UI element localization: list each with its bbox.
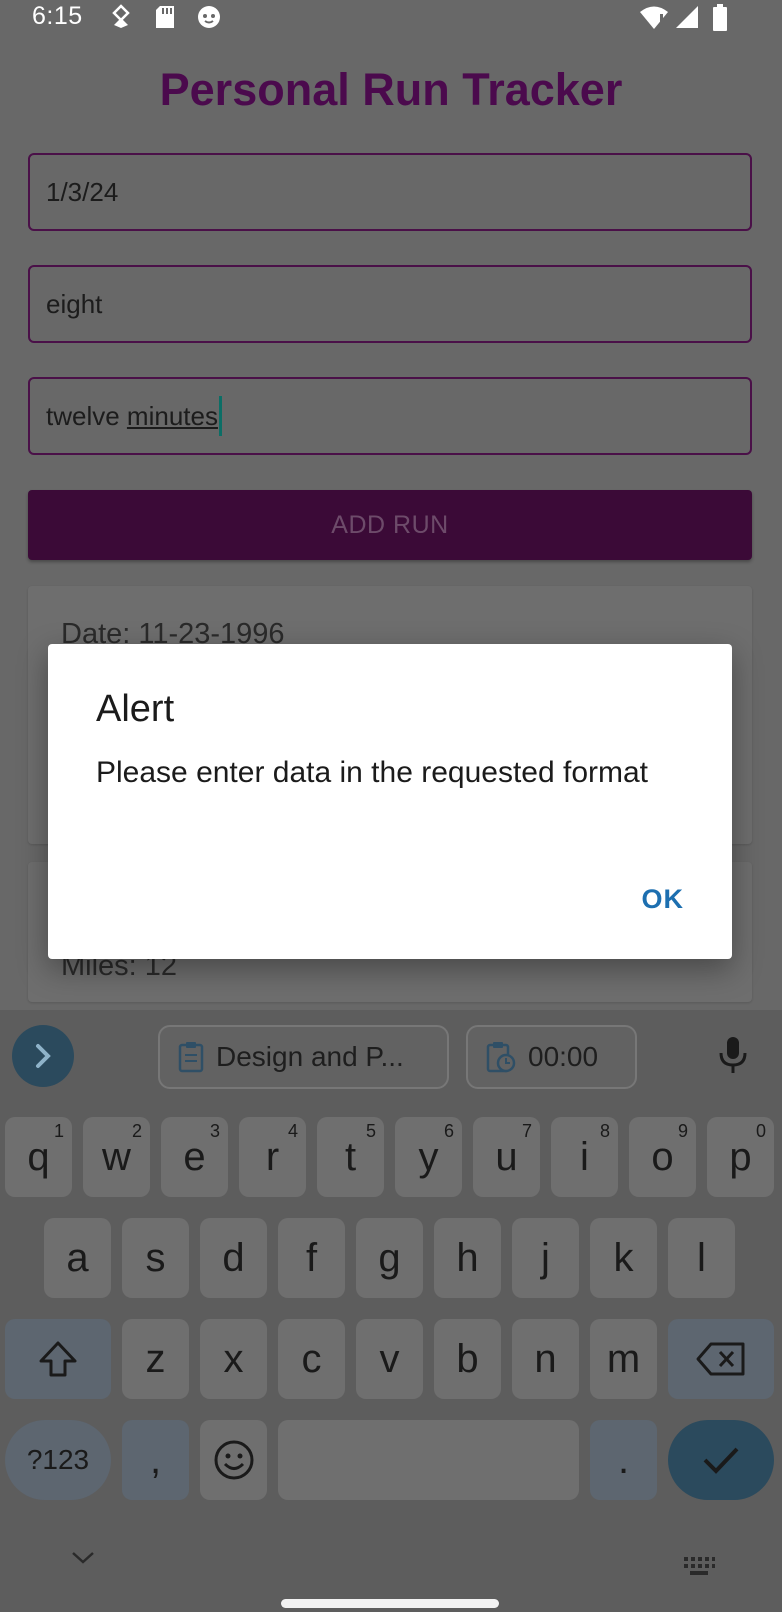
timestamp-suggestion-text: 00:00 [528,1041,599,1072]
key-e[interactable]: e3 [161,1117,228,1197]
battery-icon [712,4,728,39]
add-run-button[interactable]: ADD RUN [28,490,752,560]
soft-keyboard: Design and P... 00:00 q1 w2 e3 r4 t5 y6 … [0,1010,782,1612]
status-time: 6:15 [32,2,83,30]
key-hint: 6 [443,1121,454,1141]
cat-face-icon [196,4,222,37]
key-l[interactable]: l [668,1218,735,1298]
key-label: t [344,1134,357,1179]
key-hint: 9 [677,1121,688,1141]
key-r[interactable]: r4 [239,1117,306,1197]
key-s[interactable]: s [122,1218,189,1298]
date-input[interactable]: 1/3/24 [28,153,752,231]
backspace-icon [696,1342,745,1376]
key-g[interactable]: g [356,1218,423,1298]
key-label: q [27,1134,50,1179]
dialog-message: Please enter data in the requested forma… [96,756,649,789]
key-label: o [651,1134,674,1179]
key-m[interactable]: m [590,1319,657,1399]
key-hint: 8 [599,1121,610,1141]
dialog-title: Alert [96,688,175,730]
sd-card-icon [154,4,176,37]
chevron-down-icon[interactable] [70,1550,96,1571]
key-a[interactable]: a [44,1218,111,1298]
spacebar-key[interactable] [278,1420,579,1500]
microphone-icon[interactable] [718,1035,748,1080]
chevron-right-icon [36,1044,51,1068]
key-d[interactable]: d [200,1218,267,1298]
time-input-composing-text: minutes [126,400,218,431]
key-c[interactable]: c [278,1319,345,1399]
key-h[interactable]: h [434,1218,501,1298]
key-hint: 7 [521,1121,532,1141]
key-k[interactable]: k [590,1218,657,1298]
key-label: r [265,1134,280,1179]
date-input-value: 1/3/24 [46,176,119,207]
key-label: e [183,1134,206,1179]
comma-key[interactable]: , [122,1420,189,1500]
key-label: i [580,1134,589,1179]
timestamp-suggestion-chip[interactable]: 00:00 [466,1025,637,1089]
key-w[interactable]: w2 [83,1117,150,1197]
wifi-icon [638,4,670,37]
clipboard-clock-icon [486,1042,516,1073]
period-key[interactable]: . [590,1420,657,1500]
time-input[interactable]: twelve minutes [28,377,752,455]
key-y[interactable]: y6 [395,1117,462,1197]
status-bar: 6:15 [0,0,782,36]
key-p[interactable]: p0 [707,1117,774,1197]
emoji-key[interactable] [200,1420,267,1500]
text-cursor [218,396,222,436]
distance-input[interactable]: eight [28,265,752,343]
key-t[interactable]: t5 [317,1117,384,1197]
backspace-key[interactable] [668,1319,774,1399]
key-label: w [102,1134,131,1179]
enter-key[interactable] [668,1420,774,1500]
alert-dialog: Alert Please enter data in the requested… [48,644,732,959]
clipboard-icon [178,1042,204,1073]
key-x[interactable]: x [200,1319,267,1399]
key-v[interactable]: v [356,1319,423,1399]
key-u[interactable]: u7 [473,1117,540,1197]
key-j[interactable]: j [512,1218,579,1298]
key-hint: 1 [53,1121,64,1141]
data-saver-icon [110,4,132,37]
key-label: y [418,1134,439,1179]
checkmark-icon [703,1447,739,1474]
time-input-value: twelve [46,400,127,431]
clipboard-suggestion-chip[interactable]: Design and P... [158,1025,449,1089]
key-q[interactable]: q1 [5,1117,72,1197]
key-b[interactable]: b [434,1319,501,1399]
key-hint: 4 [287,1121,298,1141]
key-hint: 5 [365,1121,376,1141]
emoji-icon [214,1440,253,1480]
shift-key[interactable] [5,1319,111,1399]
key-label: u [495,1134,518,1179]
keyboard-toolbar-toggle[interactable] [12,1025,74,1087]
shift-icon [39,1341,77,1377]
symbols-key[interactable]: ?123 [5,1420,111,1500]
key-label: p [729,1134,752,1179]
app-title: Personal Run Tracker [159,64,623,115]
ok-button[interactable]: OK [642,884,685,915]
signal-icon [674,4,700,37]
key-hint: 3 [209,1121,220,1141]
key-f[interactable]: f [278,1218,345,1298]
key-n[interactable]: n [512,1319,579,1399]
clipboard-suggestion-text: Design and P... [216,1041,404,1072]
key-i[interactable]: i8 [551,1117,618,1197]
key-hint: 0 [755,1121,766,1141]
key-z[interactable]: z [122,1319,189,1399]
key-hint: 2 [131,1121,142,1141]
gesture-home-bar[interactable] [281,1599,499,1608]
keyboard-switch-icon[interactable] [682,1555,716,1584]
key-o[interactable]: o9 [629,1117,696,1197]
distance-input-value: eight [46,288,103,319]
